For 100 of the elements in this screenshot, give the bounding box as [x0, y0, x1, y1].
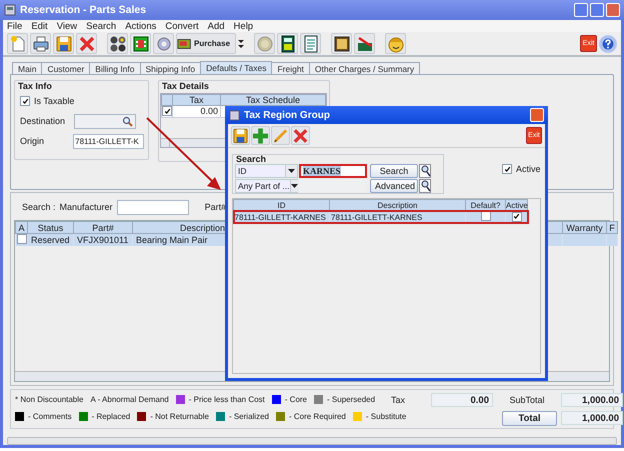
- window-icon: [229, 110, 240, 120]
- plus-icon: [252, 126, 269, 144]
- print-button[interactable]: [30, 33, 51, 54]
- calculator-button[interactable]: [277, 33, 298, 54]
- legend-text: - Not Returnable: [150, 412, 209, 420]
- column-header: Status: [28, 222, 74, 234]
- table-cell: 78111-GILLETT-KARNES: [330, 210, 466, 223]
- tab[interactable]: Shipping Info: [140, 62, 202, 74]
- signature-icon: [356, 34, 374, 52]
- origin-field[interactable]: 78111-GILLETT-K: [73, 134, 144, 148]
- tab[interactable]: Defaults / Taxes: [200, 61, 272, 74]
- tab[interactable]: Main: [12, 62, 42, 74]
- save-icon: [54, 34, 72, 52]
- save-button[interactable]: [53, 33, 74, 54]
- group-title: Search: [236, 154, 266, 164]
- close-button[interactable]: [606, 3, 620, 17]
- table-row[interactable]: 78111-GILLETT-KARNES 78111-GILLETT-KARNES: [234, 210, 528, 223]
- column-header: [162, 94, 172, 106]
- taxable-checkbox[interactable]: [20, 96, 30, 106]
- window-title: Reservation - Parts Sales: [20, 4, 146, 16]
- legend-text: - Price less than Cost: [188, 394, 265, 404]
- tab[interactable]: Freight: [271, 62, 310, 74]
- subtotal-label: SubTotal: [508, 395, 546, 405]
- toolbar-button[interactable]: [300, 33, 321, 54]
- window-icon: [4, 4, 16, 16]
- menu-item[interactable]: Convert: [165, 20, 199, 32]
- checkbox-label: Is Taxable: [34, 96, 74, 106]
- delete-icon: [292, 126, 309, 144]
- coin-icon: [256, 34, 274, 52]
- minimize-button[interactable]: [574, 3, 588, 17]
- tab[interactable]: Other Charges / Summary: [308, 62, 420, 74]
- subtotal-value: 1,000.00: [561, 393, 623, 407]
- group-title: Tax Details: [162, 81, 209, 91]
- delete-button[interactable]: [76, 33, 97, 54]
- close-button[interactable]: [530, 108, 544, 122]
- search-field[interactable]: [116, 200, 189, 214]
- caret-icon: [288, 169, 295, 173]
- dropdown-icon[interactable]: [238, 38, 244, 50]
- menu-item[interactable]: Add: [208, 20, 225, 32]
- legend-text: - Serialized: [228, 412, 269, 420]
- legend-text: * Non Discountable: [15, 394, 84, 404]
- tab[interactable]: Billing Info: [89, 62, 140, 74]
- column-header: Default?: [466, 200, 506, 210]
- destination-field[interactable]: [74, 114, 136, 128]
- help-icon[interactable]: [599, 34, 617, 52]
- toolbar-button[interactable]: [130, 33, 151, 54]
- checkbox[interactable]: [480, 211, 490, 221]
- maximize-button[interactable]: [590, 3, 604, 17]
- column-header: Tax: [172, 94, 220, 106]
- field-dropdown[interactable]: ID: [235, 164, 298, 178]
- menu-item[interactable]: Search: [86, 20, 116, 32]
- purchase-button[interactable]: Purchase: [176, 33, 236, 54]
- calculator-icon: [278, 34, 296, 52]
- checkbox[interactable]: [162, 106, 172, 116]
- legend-text: - Core: [284, 394, 308, 404]
- tax-value: 0.00: [431, 393, 493, 407]
- search-icon[interactable]: [419, 164, 431, 178]
- column-header: Tax Schedule: [220, 94, 326, 106]
- printer-icon: [32, 34, 50, 52]
- column-header: Active: [506, 200, 528, 210]
- total-button[interactable]: Total: [502, 410, 557, 426]
- menu-item[interactable]: View: [56, 20, 78, 32]
- disabled-field: [299, 179, 367, 193]
- save-button[interactable]: [231, 126, 250, 145]
- active-checkbox[interactable]: [502, 164, 512, 174]
- tab[interactable]: Customer: [41, 62, 90, 74]
- total-value: 1,000.00: [561, 411, 623, 425]
- delete-button[interactable]: [291, 126, 310, 145]
- match-dropdown[interactable]: Any Part of ...: [235, 179, 298, 193]
- column-header: Part#: [74, 222, 132, 234]
- field-label: Origin: [20, 136, 46, 146]
- field-label: Manufacturer: [60, 202, 113, 212]
- menu-item[interactable]: Actions: [125, 20, 156, 32]
- pencil-icon: [272, 126, 289, 144]
- add-button[interactable]: [251, 126, 270, 145]
- advanced-search-icon[interactable]: [419, 179, 431, 193]
- delete-icon: [78, 34, 96, 52]
- checkbox[interactable]: [16, 234, 26, 244]
- search-input[interactable]: KARNES: [299, 164, 367, 178]
- checkbox[interactable]: [512, 212, 522, 222]
- advanced-button[interactable]: Advanced: [370, 179, 418, 193]
- table-cell: VFJX901011: [74, 234, 132, 246]
- toolbar-button[interactable]: [107, 33, 128, 54]
- search-label: Search :: [22, 202, 56, 212]
- search-button[interactable]: Search: [370, 164, 418, 178]
- menu-item[interactable]: Help: [234, 20, 254, 32]
- search-icon[interactable]: [122, 116, 133, 126]
- legend-text: - Superseded: [327, 394, 376, 404]
- smiley-icon: [386, 34, 404, 52]
- menu-item[interactable]: File: [7, 20, 22, 32]
- tax-label: Tax: [391, 395, 406, 405]
- column-header: F: [606, 222, 618, 234]
- new-button[interactable]: [7, 33, 28, 54]
- toolbar-button[interactable]: [331, 33, 352, 54]
- list-icon: [302, 34, 320, 52]
- caret-icon: [290, 184, 298, 188]
- table-cell: 78111-GILLETT-KARNES: [234, 210, 330, 223]
- settings-button[interactable]: [153, 33, 174, 54]
- menu-item[interactable]: Edit: [31, 20, 48, 32]
- toolbar-button[interactable]: [354, 33, 375, 54]
